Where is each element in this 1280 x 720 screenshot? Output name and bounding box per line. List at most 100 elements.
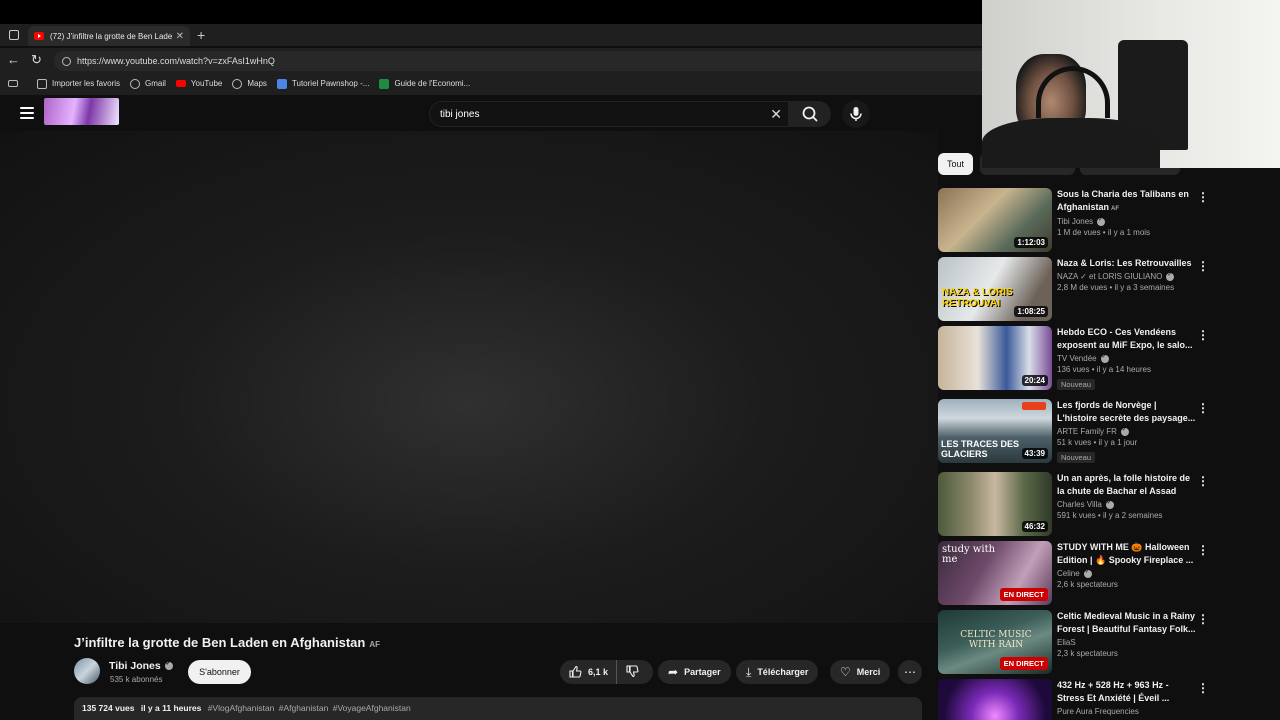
recommendation-channel[interactable]: ARTE Family FR [1057, 426, 1197, 436]
upload-date: il y a 11 heures [140, 703, 202, 713]
youtube-doodle-logo[interactable] [44, 98, 119, 125]
recommendation-item[interactable]: 1:12:03 Sous la Charia des Talibans en A… [938, 188, 1218, 252]
youtube-favicon-icon [34, 32, 44, 40]
back-icon[interactable]: ← [7, 52, 20, 67]
bookmark-tutoriel[interactable]: Tutoriel Pawnshop -... [276, 78, 369, 89]
view-count: 135 724 vues [82, 703, 135, 713]
kebab-menu-icon[interactable]: ⋮ [1197, 190, 1209, 204]
hashtag[interactable]: #VlogAfghanistan [208, 703, 275, 713]
recommendation-item[interactable]: NAZA & LORIS RETROUVAI 1:08:25 Naza & Lo… [938, 257, 1218, 321]
subscribe-button[interactable]: S'abonner [188, 660, 251, 684]
new-tab-icon[interactable]: + [197, 27, 205, 43]
video-thumbnail[interactable]: 46:32 [938, 472, 1052, 536]
video-thumbnail[interactable]: NAZA & LORIS RETROUVAI 1:08:25 [938, 257, 1052, 321]
dislike-button[interactable] [617, 664, 647, 681]
channel-name[interactable]: Tibi Jones [109, 660, 173, 672]
video-player[interactable] [0, 131, 938, 623]
duration-badge: 1:12:03 [1014, 237, 1048, 248]
recommendation-title: Hebdo ECO - Ces Vendéens exposent au MiF… [1057, 327, 1193, 350]
verified-icon [1120, 426, 1129, 436]
recommendation-channel[interactable]: Pure Aura Frequencies [1057, 707, 1197, 716]
tab-list-icon[interactable] [9, 30, 19, 40]
bookmark-guide[interactable]: Guide de l'Economi... [379, 78, 470, 89]
recommendation-title: Celtic Medieval Music in a Rainy Forest … [1057, 611, 1196, 634]
bookmark-youtube[interactable]: YouTube [175, 79, 222, 88]
recommendation-item[interactable]: LES TRACES DES GLACIERS 43:39 Les fjords… [938, 399, 1218, 467]
search-input[interactable]: tibi jones ✕ [429, 101, 789, 127]
kebab-menu-icon[interactable]: ⋮ [1197, 474, 1209, 488]
recommendation-channel[interactable]: NAZA ✓ et LORIS GIULIANO [1057, 271, 1197, 281]
bookmarks-icon [8, 80, 18, 87]
chip-all[interactable]: Tout [938, 153, 973, 175]
description-box[interactable]: 135 724 vues il y a 11 heures #VlogAfgha… [74, 697, 922, 720]
reload-icon[interactable]: ↻ [31, 52, 42, 68]
verified-icon [1100, 353, 1109, 363]
bookmark-gmail[interactable]: Gmail [130, 78, 166, 89]
channel-text: TV Vendée [1057, 354, 1097, 363]
search-button[interactable] [789, 101, 831, 127]
thanks-label: Merci [856, 667, 881, 677]
arte-logo [1022, 402, 1046, 410]
close-tab-icon[interactable]: ✕ [176, 31, 184, 42]
bookmark-import[interactable]: Importer les favoris [37, 78, 120, 89]
kebab-menu-icon[interactable]: ⋮ [1197, 401, 1209, 415]
recommendation-channel[interactable]: EliaS [1057, 638, 1197, 647]
kebab-menu-icon[interactable]: ⋮ [1197, 328, 1209, 342]
site-info-icon[interactable] [62, 56, 71, 66]
recommendation-item[interactable]: CELTIC MUSIC WITH RAIN EN DIRECT Celtic … [938, 610, 1218, 674]
recommendation-channel[interactable]: TV Vendée [1057, 353, 1197, 363]
streamer-body [982, 118, 1160, 168]
duration-badge: 20:24 [1021, 375, 1048, 386]
tab-youtube-video[interactable]: (72) J’infiltre la grotte de Ben Laden ✕ [28, 26, 190, 46]
thumbnail-caption: CELTIC MUSIC WITH RAIN [960, 630, 1032, 650]
hashtag[interactable]: #VoyageAfghanistan [333, 703, 411, 713]
recommendation-item[interactable]: study with me EN DIRECT STUDY WITH ME 🎃 … [938, 541, 1218, 605]
video-thumbnail[interactable]: LES TRACES DES GLACIERS 43:39 [938, 399, 1052, 463]
bookmark-label: Maps [247, 79, 267, 88]
video-thumbnail[interactable]: 20:24 [938, 326, 1052, 390]
bookmarks-menu[interactable] [8, 80, 23, 87]
voice-search-button[interactable] [842, 100, 870, 128]
verified-icon [1105, 499, 1114, 509]
url-bar[interactable]: https://www.youtube.com/watch?v=zxFAsI1w… [54, 51, 982, 71]
video-thumbnail[interactable]: CELTIC MUSIC WITH RAIN EN DIRECT [938, 610, 1052, 674]
recommendation-item[interactable]: 46:32 Un an après, la folle histoire de … [938, 472, 1218, 536]
channel-text: Charles Villa [1057, 500, 1102, 509]
webcam-overlay [982, 0, 1280, 168]
menu-icon[interactable] [20, 107, 34, 119]
share-button[interactable]: ➦ Partager [658, 660, 731, 684]
clear-search-icon[interactable]: ✕ [770, 106, 782, 123]
video-thumbnail[interactable] [938, 679, 1052, 720]
like-button[interactable]: 6,1 k [560, 660, 618, 684]
video-title: J’infiltre la grotte de Ben Laden en Afg… [74, 635, 380, 650]
video-thumbnail[interactable]: study with me EN DIRECT [938, 541, 1052, 605]
kebab-menu-icon[interactable]: ⋮ [1197, 259, 1209, 273]
recommendation-meta: 51 k vues • il y a 1 jour [1057, 438, 1138, 447]
video-thumbnail[interactable]: 1:12:03 [938, 188, 1052, 252]
recommendation-channel[interactable]: Charles Villa [1057, 499, 1197, 509]
verified-icon [1083, 568, 1092, 578]
recommendation-meta: 136 vues • il y a 14 heures [1057, 365, 1151, 374]
recommendation-channel[interactable]: Celine [1057, 568, 1197, 578]
kebab-menu-icon[interactable]: ⋮ [1197, 612, 1209, 626]
thanks-button[interactable]: ♡ Merci [830, 660, 891, 684]
channel-text: NAZA ✓ et LORIS GIULIANO [1057, 272, 1163, 281]
verified-icon [1097, 216, 1106, 226]
bookmark-maps[interactable]: Maps [232, 78, 267, 89]
channel-avatar[interactable] [74, 658, 100, 684]
kebab-menu-icon[interactable]: ⋮ [1197, 681, 1209, 695]
hashtag[interactable]: #Afghanistan [279, 703, 329, 713]
thumbnail-caption: NAZA & LORIS RETROUVAI [942, 287, 1013, 309]
download-button[interactable]: ⤓ Télécharger [736, 660, 819, 684]
thumbnail-caption: study with me [942, 544, 996, 565]
recommendation-item[interactable]: 432 Hz + 528 Hz + 963 Hz - Stress Et Anx… [938, 679, 1218, 720]
new-badge: Nouveau [1057, 452, 1096, 463]
recommendation-channel[interactable]: Tibi Jones [1057, 216, 1197, 226]
duration-badge: 46:32 [1021, 521, 1048, 532]
kebab-menu-icon[interactable]: ⋮ [1197, 543, 1209, 557]
like-dislike-group: 6,1 k [560, 660, 653, 684]
recommendation-item[interactable]: 20:24 Hebdo ECO - Ces Vendéens exposent … [938, 326, 1218, 394]
title-text: Sous la Charia des Talibans en Afghanist… [1057, 189, 1189, 212]
more-actions-icon[interactable]: ⋯ [898, 660, 922, 684]
verified-icon [1166, 271, 1175, 281]
